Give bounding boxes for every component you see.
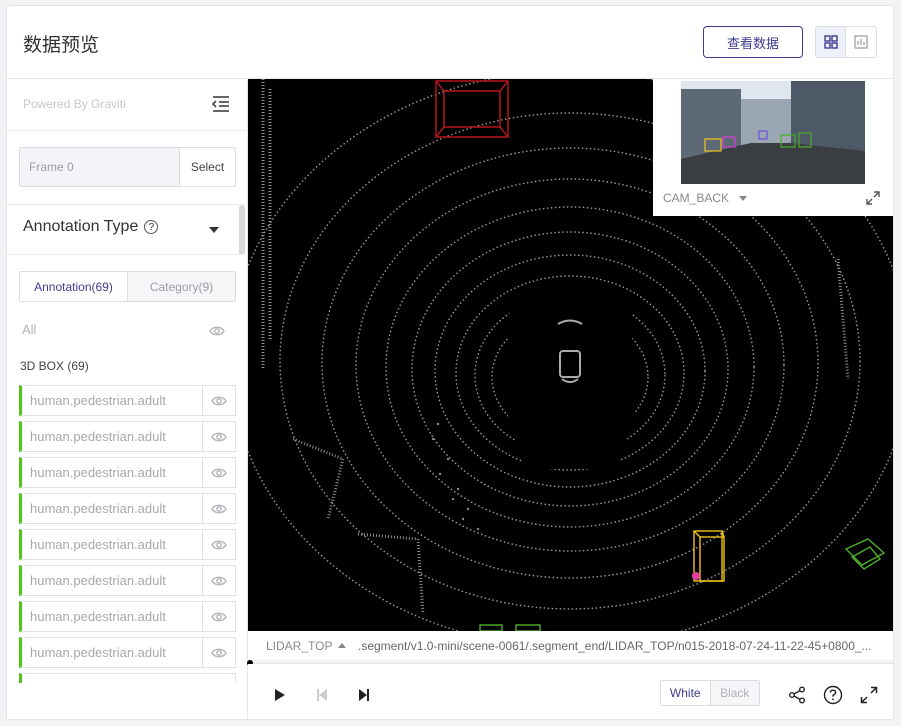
help-icon[interactable]: ? bbox=[144, 220, 159, 234]
chevron-down-icon bbox=[739, 195, 748, 201]
theme-white-option[interactable]: White bbox=[661, 681, 711, 705]
skip-next-icon[interactable] bbox=[358, 688, 370, 707]
eye-icon[interactable] bbox=[202, 602, 235, 631]
frame-selector: Frame 0 Select bbox=[19, 147, 236, 187]
help-icon[interactable] bbox=[823, 685, 843, 710]
scrollbar-thumb[interactable] bbox=[239, 205, 245, 255]
page-title: 数据预览 bbox=[23, 34, 100, 56]
eye-icon[interactable] bbox=[202, 386, 235, 415]
sensor-label[interactable]: LIDAR_TOP bbox=[266, 639, 332, 653]
camera-label: CAM_BACK bbox=[663, 191, 730, 205]
list-item-label: human.pedestrian.adult bbox=[30, 645, 166, 660]
annotation-list: human.pedestrian.adult human.pedestrian.… bbox=[19, 385, 236, 688]
eye-icon[interactable] bbox=[202, 530, 235, 559]
play-icon[interactable] bbox=[274, 688, 286, 707]
select-button[interactable]: Select bbox=[180, 148, 235, 186]
grid-view-icon bbox=[823, 35, 838, 49]
list-item[interactable]: human.pedestrian.adult bbox=[19, 601, 236, 632]
list-item[interactable]: human.pedestrian.adult bbox=[19, 385, 236, 416]
frame-input[interactable]: Frame 0 bbox=[20, 148, 180, 186]
eye-icon[interactable] bbox=[202, 422, 235, 451]
eye-icon[interactable] bbox=[202, 566, 235, 595]
header: 数据预览 查看数据 bbox=[7, 6, 893, 79]
fullscreen-icon[interactable] bbox=[860, 686, 878, 709]
eye-icon[interactable] bbox=[202, 494, 235, 523]
all-label: All bbox=[22, 322, 37, 337]
list-item-label: human.pedestrian.adult bbox=[30, 609, 166, 624]
list-item[interactable]: human.pedestrian.adult bbox=[19, 421, 236, 452]
expand-icon[interactable] bbox=[865, 190, 881, 211]
point-cloud-viewer[interactable]: CAM_BACK bbox=[248, 79, 893, 631]
list-item[interactable]: human.pedestrian.adult bbox=[19, 529, 236, 560]
divider bbox=[7, 254, 247, 255]
chevron-down-icon[interactable] bbox=[209, 227, 219, 233]
app-window: 数据预览 查看数据 Powered By Graviti Frame 0 Sel… bbox=[6, 5, 894, 720]
list-item[interactable]: human.pedestrian.adult bbox=[19, 493, 236, 524]
list-item[interactable] bbox=[19, 673, 236, 683]
annotation-type-label: Annotation Type bbox=[23, 218, 139, 235]
chevron-up-icon[interactable] bbox=[338, 643, 346, 648]
list-item[interactable]: human.pedestrian.adult bbox=[19, 637, 236, 668]
camera-selector[interactable]: CAM_BACK bbox=[663, 191, 748, 205]
list-item[interactable]: human.pedestrian.adult bbox=[19, 457, 236, 488]
sidebar: Powered By Graviti Frame 0 Select Annota… bbox=[7, 79, 248, 719]
divider bbox=[7, 130, 247, 131]
chart-view-button[interactable] bbox=[846, 27, 876, 57]
list-item-label: human.pedestrian.adult bbox=[30, 501, 166, 516]
list-item-label: human.pedestrian.adult bbox=[30, 573, 166, 588]
eye-icon[interactable] bbox=[202, 638, 235, 667]
skip-previous-icon[interactable] bbox=[316, 688, 328, 707]
file-path: .segment/v1.0-mini/scene-0061/.segment_e… bbox=[358, 638, 872, 653]
divider bbox=[7, 204, 247, 205]
background-theme-toggle: White Black bbox=[660, 680, 760, 706]
collapse-sidebar-icon[interactable] bbox=[211, 95, 231, 118]
share-icon[interactable] bbox=[788, 686, 806, 709]
tab-category[interactable]: Category(9) bbox=[128, 272, 235, 301]
list-item-label: human.pedestrian.adult bbox=[30, 537, 166, 552]
annotation-tabs: Annotation(69) Category(9) bbox=[19, 271, 236, 302]
annotation-type-header[interactable]: Annotation Type ? bbox=[23, 218, 159, 236]
list-item-label: human.pedestrian.adult bbox=[30, 393, 166, 408]
eye-icon[interactable] bbox=[209, 324, 225, 342]
view-data-button[interactable]: 查看数据 bbox=[703, 26, 803, 58]
camera-image[interactable] bbox=[681, 81, 865, 184]
playback-controls: White Black bbox=[248, 664, 893, 719]
sensor-path-bar: LIDAR_TOP .segment/v1.0-mini/scene-0061/… bbox=[248, 631, 893, 661]
list-item[interactable]: human.pedestrian.adult bbox=[19, 565, 236, 596]
view-mode-toggle bbox=[815, 26, 877, 58]
box-section-label: 3D BOX (69) bbox=[20, 359, 89, 373]
grid-view-button[interactable] bbox=[816, 27, 847, 57]
chart-view-icon bbox=[854, 35, 868, 49]
tab-annotation[interactable]: Annotation(69) bbox=[20, 272, 128, 301]
eye-icon[interactable] bbox=[202, 458, 235, 487]
theme-black-option[interactable]: Black bbox=[710, 681, 759, 705]
list-item-label: human.pedestrian.adult bbox=[30, 429, 166, 444]
powered-by-text: Powered By Graviti bbox=[23, 97, 126, 111]
camera-preview-panel: CAM_BACK bbox=[653, 79, 893, 216]
list-item-label: human.pedestrian.adult bbox=[30, 465, 166, 480]
